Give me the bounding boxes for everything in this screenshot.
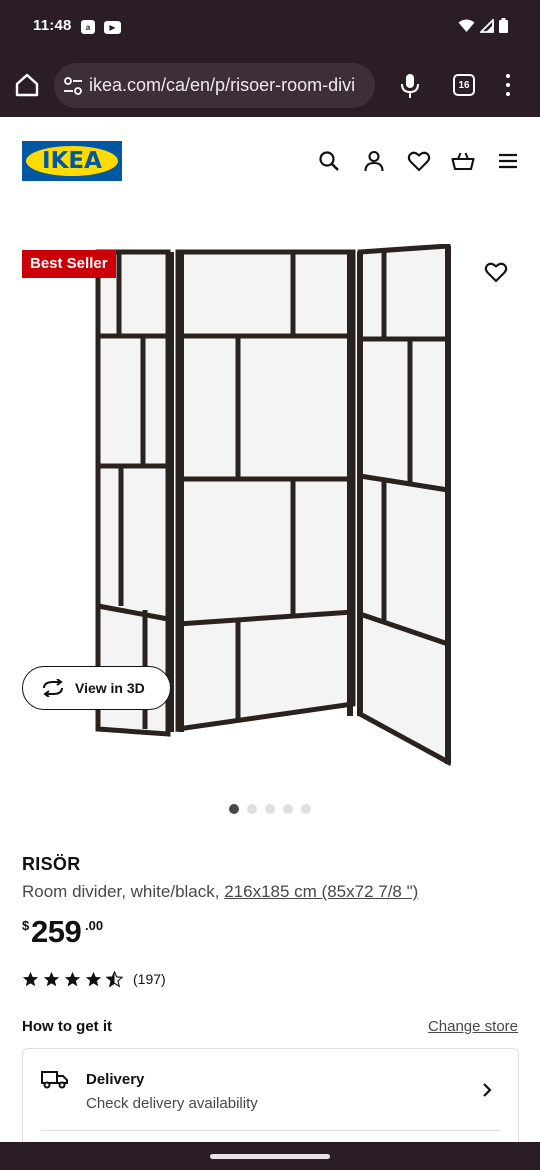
product-description: Room divider, white/black, 216x185 cm (8… [22, 882, 418, 902]
star-icon [64, 971, 81, 986]
mic-icon[interactable] [399, 73, 421, 99]
account-icon[interactable] [362, 149, 386, 173]
product-name: RISÖR [22, 854, 81, 874]
divider [41, 1130, 501, 1131]
url-bar[interactable]: ikea.com/ca/en/p/risoer-room-divi [54, 63, 375, 108]
carousel-dot[interactable] [301, 804, 311, 814]
best-seller-badge: Best Seller [22, 250, 116, 278]
how-to-get-it-heading: How to get it [22, 1018, 112, 1035]
wifi-icon [458, 19, 475, 32]
star-icon [85, 971, 102, 986]
carousel-dot[interactable] [283, 804, 293, 814]
logo-text: IKEA [42, 148, 102, 174]
ikea-logo[interactable]: IKEA [22, 141, 122, 181]
product-size-link[interactable]: 216x185 cm (85x72 7/8 ") [224, 882, 418, 901]
heart-icon[interactable] [484, 260, 508, 284]
view-in-3d-button[interactable]: View in 3D [22, 666, 171, 710]
rotate-3d-icon [43, 679, 63, 697]
view-in-3d-label: View in 3D [75, 680, 145, 696]
delivery-subtitle: Check delivery availability [86, 1095, 258, 1112]
battery-icon [499, 18, 508, 33]
url-text[interactable]: ikea.com/ca/en/p/risoer-room-divi [89, 75, 367, 96]
half-star-icon [106, 970, 123, 987]
image-carousel-dots [229, 804, 311, 814]
site-settings-icon[interactable] [62, 75, 84, 97]
product-description-text: Room divider, white/black, [22, 882, 225, 901]
price-decimal: .00 [85, 918, 104, 933]
star-icon [22, 971, 39, 986]
price-currency: $ [22, 918, 30, 933]
product-rating[interactable]: (197) [22, 969, 166, 989]
signal-icon [480, 18, 494, 33]
hamburger-menu-icon[interactable] [496, 149, 520, 173]
heart-icon[interactable] [407, 149, 431, 173]
truck-icon [41, 1071, 68, 1089]
change-store-link[interactable]: Change store [428, 1018, 518, 1035]
star-icon [43, 971, 60, 986]
chevron-right-icon[interactable] [479, 1082, 495, 1098]
carousel-dot[interactable] [265, 804, 275, 814]
carousel-dot[interactable] [229, 804, 239, 814]
browser-toolbar: ikea.com/ca/en/p/risoer-room-divi 16 [0, 54, 540, 117]
carousel-dot[interactable] [247, 804, 257, 814]
cart-icon[interactable] [451, 149, 475, 173]
review-count[interactable]: (197) [133, 971, 166, 987]
status-time: 11:48 [33, 17, 72, 34]
notification-app-icon: a [81, 20, 95, 34]
price-integer: 259 [31, 914, 82, 949]
home-icon[interactable] [13, 71, 41, 99]
overflow-menu-icon[interactable] [500, 73, 516, 97]
search-icon[interactable] [317, 149, 341, 173]
gesture-handle[interactable] [210, 1154, 330, 1159]
system-navigation-bar [0, 1142, 540, 1170]
tabs-icon[interactable]: 16 [453, 74, 475, 96]
status-bar: 11:48 a ▶ [0, 0, 540, 54]
delivery-title: Delivery [86, 1071, 145, 1088]
status-right-icons [458, 18, 508, 33]
youtube-icon: ▶ [104, 21, 121, 34]
